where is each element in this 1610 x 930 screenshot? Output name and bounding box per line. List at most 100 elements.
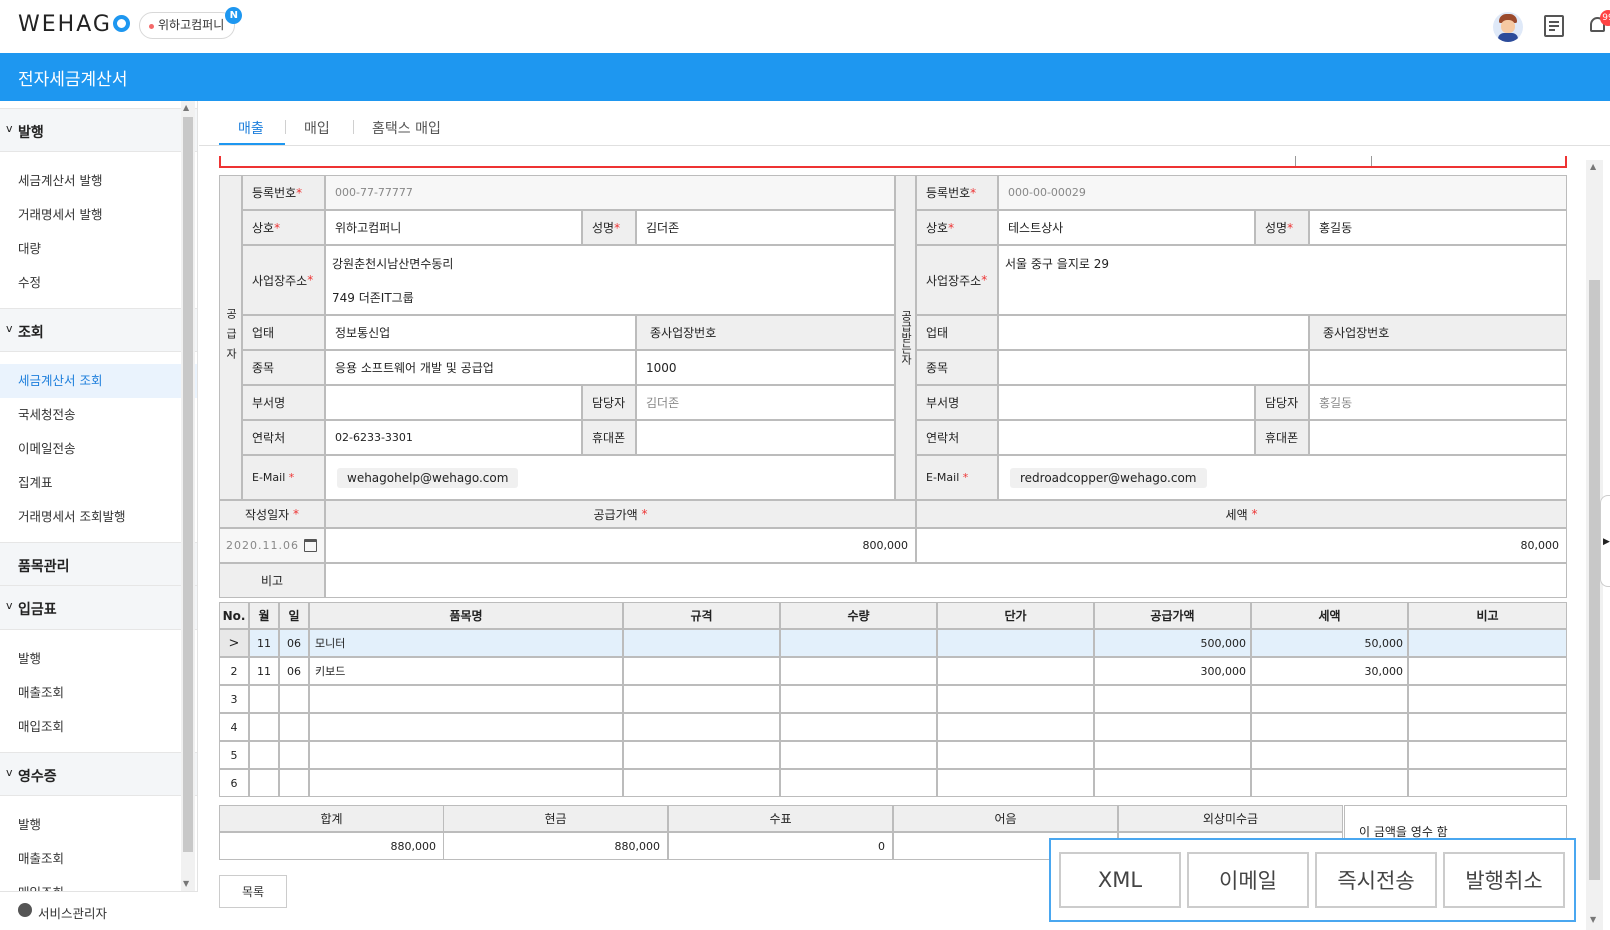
- items-cell-item-name[interactable]: [309, 741, 623, 769]
- sidebar-section-receipt[interactable]: v 영수증: [0, 752, 197, 796]
- sidebar-item-tax-invoice-issue[interactable]: 세금계산서 발행: [0, 164, 197, 198]
- items-cell-month[interactable]: [249, 713, 279, 741]
- items-cell-item-name[interactable]: 모니터: [309, 629, 623, 657]
- items-cell-day[interactable]: [279, 685, 309, 713]
- items-cell-tax[interactable]: [1251, 713, 1408, 741]
- items-cell-item-name[interactable]: [309, 769, 623, 797]
- supplier-phone-field[interactable]: 02-6233-3301: [325, 420, 582, 455]
- items-cell-month[interactable]: 11: [249, 629, 279, 657]
- items-cell-day[interactable]: 06: [279, 629, 309, 657]
- items-cell-quantity[interactable]: [780, 713, 937, 741]
- scroll-down-icon[interactable]: ▼: [183, 879, 189, 888]
- items-cell-unit-price[interactable]: [937, 685, 1094, 713]
- items-cell-month[interactable]: [249, 685, 279, 713]
- totals-value-0[interactable]: 880,000: [219, 832, 444, 860]
- items-cell-no[interactable]: 4: [219, 713, 249, 741]
- supplier-dept-field[interactable]: [325, 385, 582, 420]
- sidebar-item-statement-inquiry[interactable]: 거래명세서 조회발행: [0, 500, 197, 534]
- items-cell-supply-amount[interactable]: [1094, 769, 1251, 797]
- side-panel-toggle[interactable]: ▶: [1600, 495, 1610, 587]
- items-cell-note[interactable]: [1408, 657, 1567, 685]
- items-cell-month[interactable]: [249, 741, 279, 769]
- items-cell-quantity[interactable]: [780, 769, 937, 797]
- tab-sales[interactable]: 매출: [238, 118, 264, 138]
- email-button[interactable]: 이메일: [1187, 852, 1309, 908]
- items-cell-spec[interactable]: [623, 685, 780, 713]
- buyer-email-chip[interactable]: redroadcopper@wehago.com: [1010, 467, 1207, 488]
- company-selector[interactable]: 위하고컴퍼니 N: [139, 7, 243, 39]
- supplier-email-chip[interactable]: wehagohelp@wehago.com: [337, 467, 519, 488]
- xml-button[interactable]: XML: [1059, 852, 1181, 908]
- items-cell-spec[interactable]: [623, 629, 780, 657]
- send-now-button[interactable]: 즉시전송: [1315, 852, 1437, 908]
- tab-purchase[interactable]: 매입: [304, 118, 330, 138]
- supplier-addr-field[interactable]: 강원춘천시남산면수동리 749 더존IT그룹: [325, 245, 895, 315]
- row-selector-icon[interactable]: >: [219, 629, 249, 657]
- buyer-name-field[interactable]: 테스트상사: [998, 210, 1255, 245]
- tab-hometax-purchase[interactable]: 홈택스 매입: [372, 118, 441, 138]
- supplier-biztype-field[interactable]: 정보통신업: [325, 315, 636, 350]
- sidebar-item-statement-issue[interactable]: 거래명세서 발행: [0, 198, 197, 232]
- sidebar-item-modify[interactable]: 수정: [0, 266, 197, 300]
- items-cell-note[interactable]: [1408, 629, 1567, 657]
- sidebar-scrollbar[interactable]: ▲ ▼: [181, 101, 195, 891]
- list-button[interactable]: 목록: [219, 875, 287, 908]
- items-cell-note[interactable]: [1408, 713, 1567, 741]
- buyer-mobile-field[interactable]: [1309, 420, 1567, 455]
- supplier-item-field[interactable]: 응용 소프트웨어 개발 및 공급업: [325, 350, 636, 385]
- sidebar-item-deposit-sales[interactable]: 매출조회: [0, 676, 197, 710]
- cancel-issue-button[interactable]: 발행취소: [1443, 852, 1565, 908]
- sidebar-item-nts-transmit[interactable]: 국세청전송: [0, 398, 197, 432]
- scroll-down-icon[interactable]: ▼: [1590, 915, 1596, 924]
- items-cell-spec[interactable]: [623, 713, 780, 741]
- supplier-mobile-field[interactable]: [636, 420, 895, 455]
- sidebar-item-deposit-issue[interactable]: 발행: [0, 642, 197, 676]
- items-cell-unit-price[interactable]: [937, 769, 1094, 797]
- totals-value-1[interactable]: 880,000: [443, 832, 668, 860]
- items-cell-tax[interactable]: 30,000: [1251, 657, 1408, 685]
- items-cell-note[interactable]: [1408, 685, 1567, 713]
- buyer-rep-field[interactable]: 홍길동: [1309, 210, 1567, 245]
- sidebar-section-item-management[interactable]: 품목관리: [0, 542, 197, 586]
- items-cell-item-name[interactable]: [309, 685, 623, 713]
- sidebar-item-receipt-issue[interactable]: 발행: [0, 808, 197, 842]
- buyer-addr-field[interactable]: 서울 중구 을지로 29: [998, 245, 1567, 315]
- wehago-logo[interactable]: WEHAG: [18, 12, 130, 37]
- supplier-manager-field[interactable]: 김더존: [636, 385, 895, 420]
- sidebar-section-inquiry[interactable]: v 조회: [0, 308, 197, 352]
- buyer-item-field[interactable]: [998, 350, 1309, 385]
- buyer-manager-field[interactable]: 홍길동: [1309, 385, 1567, 420]
- items-cell-item-name[interactable]: 키보드: [309, 657, 623, 685]
- buyer-dept-field[interactable]: [998, 385, 1255, 420]
- items-cell-no[interactable]: 2: [219, 657, 249, 685]
- buyer-email-field[interactable]: redroadcopper@wehago.com: [998, 455, 1567, 500]
- items-cell-spec[interactable]: [623, 769, 780, 797]
- items-cell-unit-price[interactable]: [937, 657, 1094, 685]
- items-cell-supply-amount[interactable]: 500,000: [1094, 629, 1251, 657]
- items-cell-quantity[interactable]: [780, 741, 937, 769]
- items-cell-quantity[interactable]: [780, 629, 937, 657]
- sidebar-item-email-transmit[interactable]: 이메일전송: [0, 432, 197, 466]
- scroll-up-icon[interactable]: ▲: [1590, 162, 1596, 171]
- items-cell-spec[interactable]: [623, 741, 780, 769]
- note-field[interactable]: [325, 563, 1567, 598]
- sidebar-item-receipt-sales[interactable]: 매출조회: [0, 842, 197, 876]
- supplier-rep-field[interactable]: 김더존: [636, 210, 895, 245]
- items-cell-day[interactable]: [279, 713, 309, 741]
- user-avatar[interactable]: [1493, 12, 1523, 42]
- items-cell-tax[interactable]: [1251, 769, 1408, 797]
- items-cell-day[interactable]: [279, 769, 309, 797]
- items-cell-note[interactable]: [1408, 741, 1567, 769]
- sidebar-item-bulk[interactable]: 대량: [0, 232, 197, 266]
- sidebar-section-issue[interactable]: v 발행: [0, 108, 197, 152]
- date-field[interactable]: 2020.11.06: [219, 528, 325, 563]
- items-cell-tax[interactable]: 50,000: [1251, 629, 1408, 657]
- items-cell-tax[interactable]: [1251, 741, 1408, 769]
- buyer-subno-field[interactable]: [1309, 350, 1567, 385]
- items-cell-no[interactable]: 3: [219, 685, 249, 713]
- items-cell-supply-amount[interactable]: [1094, 685, 1251, 713]
- buyer-phone-field[interactable]: [998, 420, 1255, 455]
- items-cell-no[interactable]: 5: [219, 741, 249, 769]
- sidebar-item-summary-table[interactable]: 집계표: [0, 466, 197, 500]
- supplier-name-field[interactable]: 위하고컴퍼니: [325, 210, 582, 245]
